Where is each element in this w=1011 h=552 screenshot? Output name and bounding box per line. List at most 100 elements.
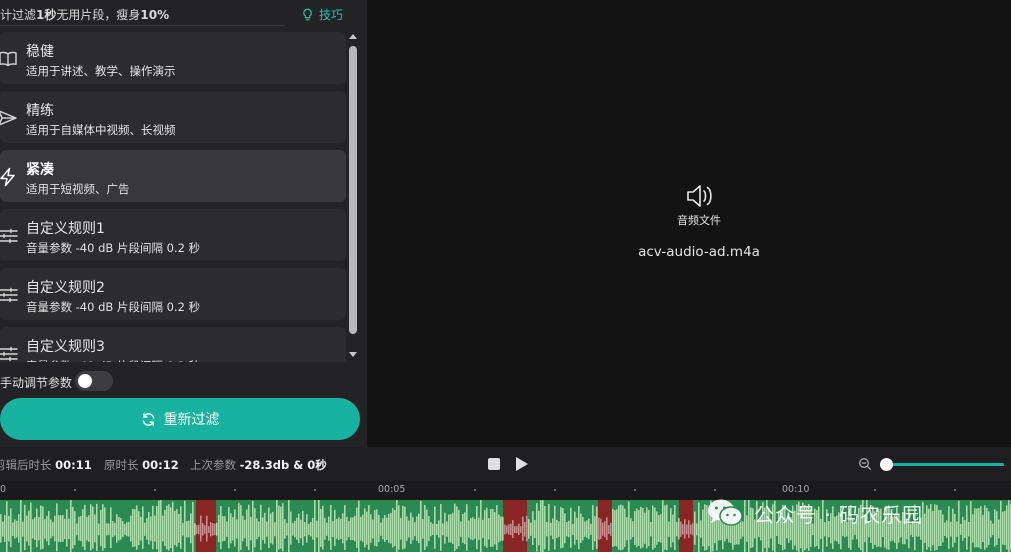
waveform-sample [36, 508, 38, 548]
waveform-sample [60, 515, 62, 542]
ruler-tick [154, 489, 156, 491]
waveform-sample [254, 508, 256, 548]
waveform-sample [304, 522, 306, 537]
waveform-sample [142, 506, 144, 549]
waveform-sample [1008, 500, 1010, 552]
watermark: 公众号 · 码农乐园 [706, 496, 923, 530]
waveform-sample [260, 504, 262, 551]
waveform-sample [200, 515, 202, 542]
waveform-sample [560, 507, 562, 549]
waveform-sample [700, 520, 702, 538]
preset-item[interactable]: 自定义规则3 音量参数 -40 dB 片段间隔 0.2 秒 [0, 327, 346, 362]
refilter-button[interactable]: 重新过滤 [0, 398, 360, 440]
preset-item[interactable]: 精练 适用于自媒体中视频、长视频 [0, 91, 346, 143]
refilter-label: 重新过滤 [163, 412, 220, 428]
waveform-sample [468, 520, 470, 538]
tips-link[interactable]: 技巧 [301, 6, 343, 23]
wechat-icon [708, 499, 743, 526]
waveform-sample [368, 505, 370, 550]
waveform-sample [282, 503, 284, 552]
waveform-sample [158, 500, 160, 552]
scroll-down-arrow[interactable] [349, 352, 357, 357]
waveform-sample [144, 522, 146, 536]
waveform-sample [664, 505, 666, 550]
waveform-sample [696, 523, 698, 536]
waveform-sample [428, 516, 430, 542]
manual-params-label: 手动调节参数 [0, 376, 73, 390]
waveform-sample [452, 512, 454, 544]
waveform-sample [526, 515, 528, 542]
waveform-sample [172, 501, 174, 552]
scroll-up-arrow[interactable] [349, 34, 357, 39]
waveform-sample [318, 500, 320, 552]
waveform-sample [160, 500, 162, 552]
waveform-sample [564, 513, 566, 544]
lightbulb-icon [303, 8, 312, 21]
waveform-sample [302, 510, 304, 546]
waveform-sample [650, 522, 652, 537]
filter-hint-text: 计过滤1秒无用片段，瘦身10% [0, 8, 170, 22]
waveform-sample [240, 505, 242, 550]
waveform-sample [970, 501, 972, 552]
waveform-sample [548, 503, 550, 551]
waveform-sample [68, 518, 70, 540]
waveform-sample [236, 519, 238, 539]
play-button[interactable] [516, 457, 528, 471]
waveform-sample [308, 523, 310, 535]
waveform-sample [372, 519, 374, 539]
waveform-sample [14, 519, 16, 539]
zoom-slider-track[interactable] [886, 463, 1004, 466]
waveform-sample [942, 514, 944, 543]
waveform-sample [542, 500, 544, 552]
waveform-sample [924, 513, 926, 544]
ruler-label: 00:10 [782, 484, 810, 495]
waveform-sample [678, 518, 680, 540]
waveform-sample [994, 509, 996, 547]
waveform-sample [348, 521, 350, 538]
sliders-icon [0, 344, 18, 362]
waveform-sample [432, 523, 434, 536]
waveform-sample [930, 504, 932, 551]
waveform-sample [42, 506, 44, 549]
waveform-sample [554, 505, 556, 550]
waveform-sample [620, 504, 622, 551]
waveform-sample [414, 522, 416, 537]
preset-item[interactable]: 稳健 适用于讲述、教学、操作演示 [0, 32, 346, 84]
stop-button[interactable] [488, 458, 500, 470]
waveform-sample [92, 506, 94, 549]
edited-duration: 剪辑后时长 00:11 [0, 458, 92, 472]
refresh-icon [142, 412, 154, 426]
waveform-sample [106, 523, 108, 536]
waveform-sample [652, 505, 654, 550]
waveform-sample [516, 526, 518, 534]
waveform-sample [510, 523, 512, 536]
waveform-sample [426, 509, 428, 547]
waveform-sample [518, 523, 520, 536]
waveform-sample [58, 515, 60, 542]
preset-item[interactable]: 自定义规则1 音量参数 -40 dB 片段间隔 0.2 秒 [0, 209, 346, 261]
waveform-sample [134, 509, 136, 547]
scroll-thumb[interactable] [349, 46, 357, 334]
waveform-sample [566, 522, 568, 537]
waveform-sample [580, 513, 582, 544]
waveform-sample [932, 511, 934, 546]
manual-params-toggle[interactable] [75, 371, 113, 391]
waveform-sample [176, 508, 178, 547]
waveform-sample [288, 500, 290, 552]
preset-scrollbar[interactable] [347, 32, 359, 362]
waveform-sample [988, 511, 990, 545]
zoom-slider-handle[interactable] [880, 458, 893, 471]
waveform-sample [150, 516, 152, 541]
waveform-sample [210, 522, 212, 537]
waveform-sample [208, 526, 210, 534]
preset-item[interactable]: 紧凑 适用于短视频、广告 [0, 150, 346, 202]
waveform-sample [12, 522, 14, 537]
preset-item[interactable]: 自定义规则2 音量参数 -40 dB 片段间隔 0.2 秒 [0, 268, 346, 320]
waveform-sample [488, 518, 490, 540]
zoom-out-icon[interactable] [858, 457, 872, 471]
waveform-sample [486, 507, 488, 548]
waveform-sample [478, 517, 480, 540]
waveform-sample [606, 517, 608, 541]
waveform-sample [676, 522, 678, 537]
waveform-sample [8, 515, 10, 542]
